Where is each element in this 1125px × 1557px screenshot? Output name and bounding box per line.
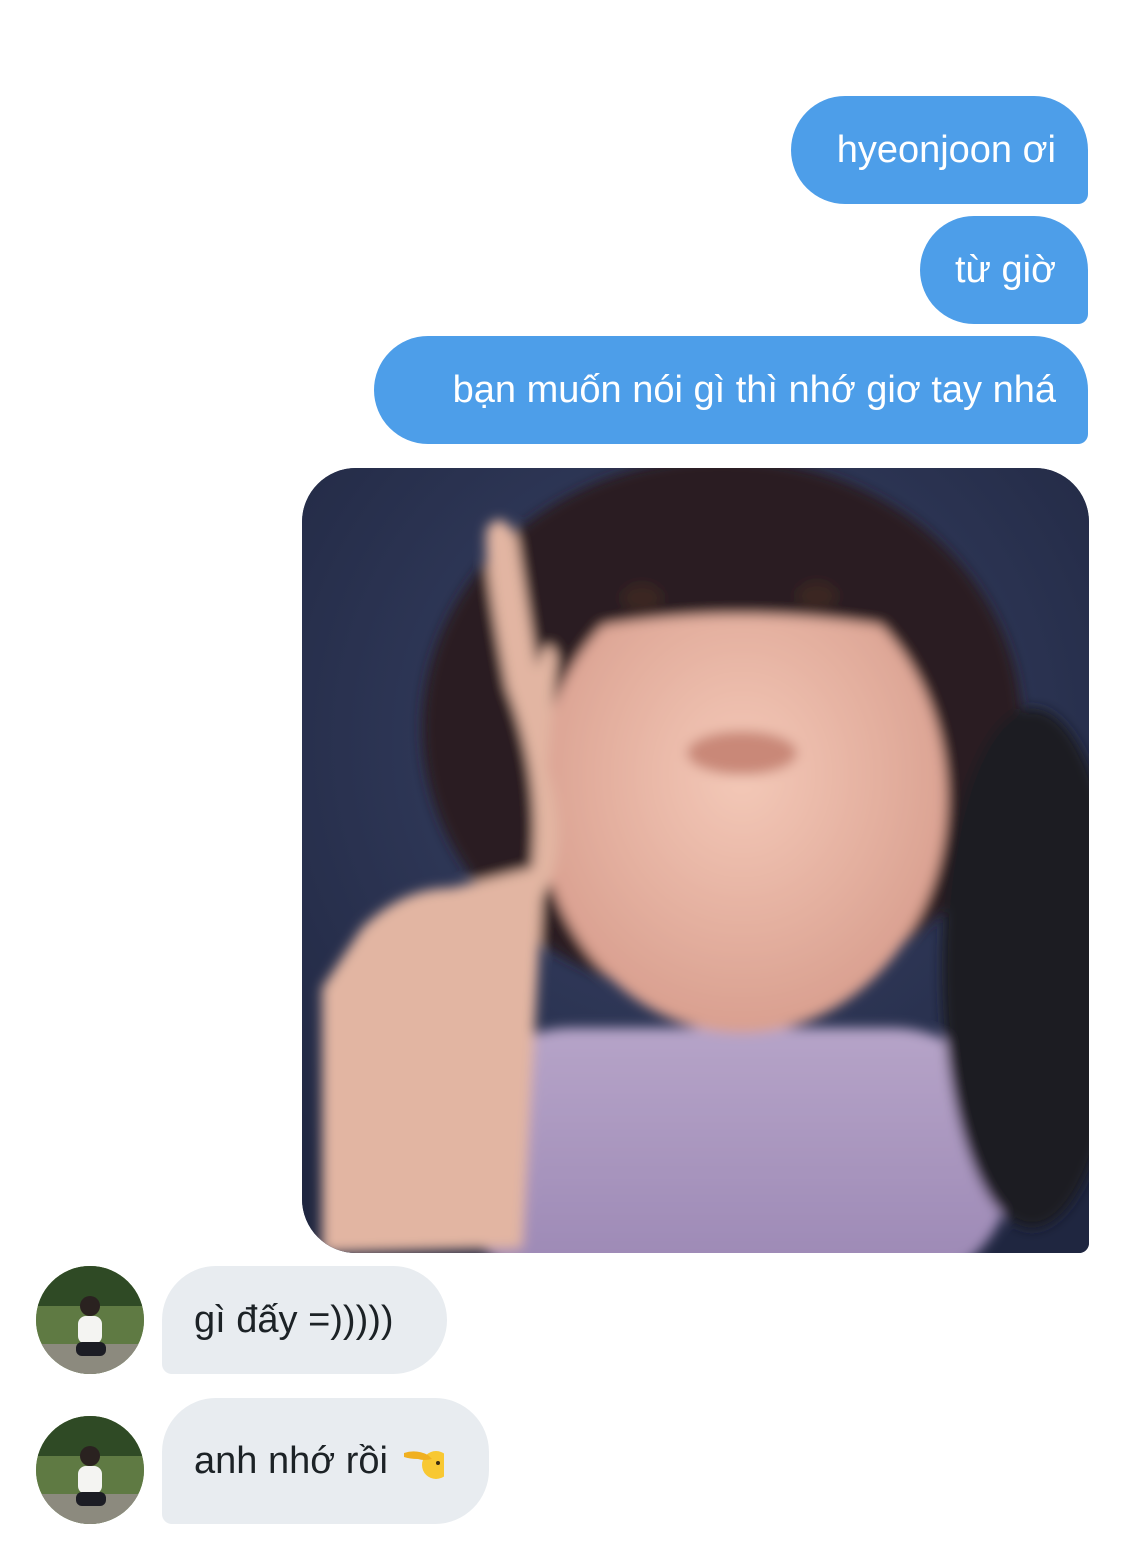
- chat-thread: hyeonjoon ơi từ giờ bạn muốn nói gì thì …: [0, 0, 1125, 1557]
- message-text: anh nhớ rồi: [194, 1440, 388, 1482]
- outgoing-message[interactable]: từ giờ: [920, 216, 1088, 324]
- message-text: gì đấy =))))): [194, 1299, 394, 1341]
- outgoing-photo-message[interactable]: [302, 468, 1089, 1253]
- message-text: hyeonjoon ơi: [836, 129, 1056, 171]
- contact-avatar[interactable]: [36, 1266, 144, 1374]
- outgoing-message[interactable]: hyeonjoon ơi: [791, 96, 1088, 204]
- message-text: bạn muốn nói gì thì nhớ giơ tay nhá: [452, 369, 1056, 411]
- incoming-message[interactable]: gì đấy =))))): [162, 1266, 447, 1374]
- contact-avatar[interactable]: [36, 1416, 144, 1524]
- outgoing-message[interactable]: bạn muốn nói gì thì nhớ giơ tay nhá: [374, 336, 1088, 444]
- photo-of-child-raising-hand: [302, 468, 1089, 1253]
- saluting-face-icon: [402, 1443, 444, 1479]
- avatar-photo: [36, 1266, 144, 1374]
- avatar-photo: [36, 1416, 144, 1524]
- message-text: từ giờ: [954, 249, 1056, 291]
- incoming-message[interactable]: anh nhớ rồi: [162, 1398, 489, 1524]
